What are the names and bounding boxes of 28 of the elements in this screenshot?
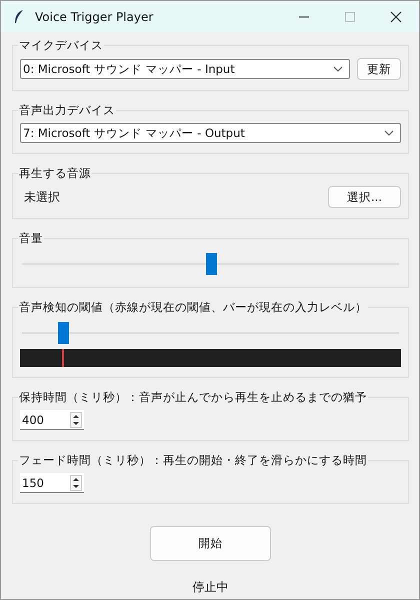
group-label: 音量 (18, 231, 44, 246)
feather-icon (13, 8, 25, 24)
mic-dropdown[interactable]: 0: Microsoft サウンド マッパー - Input (20, 59, 350, 79)
spin-box[interactable]: 400 (20, 410, 84, 430)
refresh-button[interactable]: 更新 (357, 58, 401, 80)
close-icon[interactable] (390, 10, 402, 22)
threshold-slider[interactable] (22, 320, 399, 346)
slider-thumb[interactable] (206, 253, 216, 275)
spin-arrows-icon[interactable] (70, 412, 82, 428)
start-button[interactable]: 開始 (150, 526, 271, 561)
spin-arrows-icon[interactable] (70, 474, 82, 490)
select-button[interactable]: 選択... (328, 186, 401, 208)
group-label: 音声出力デバイス (18, 103, 116, 118)
slider-thumb[interactable] (58, 322, 70, 344)
window-title: Voice Trigger Player (35, 10, 154, 24)
status-text: 停止中 (192, 579, 228, 596)
chevron-icon (333, 66, 343, 72)
group-label: 保持時間（ミリ秒）：音声が止んでから再生を止めるまでの猶予 (18, 390, 368, 405)
volume-slider[interactable] (22, 251, 399, 277)
group-label: マイクデバイス (18, 38, 104, 53)
group-label: フェード時間（ミリ秒）：再生の開始・終了を滑らかにする時間 (18, 453, 368, 468)
group-label: 再生する音源 (18, 166, 92, 181)
source-status: 未選択 (24, 188, 60, 206)
spin-box[interactable]: 150 (20, 473, 84, 493)
maximize-icon (344, 10, 356, 22)
group-label: 音声検知の閾値（赤線が現在の閾値、バーが現在の入力レベル） (18, 300, 368, 315)
chevron-icon (384, 130, 394, 136)
output-dropdown[interactable]: 7: Microsoft サウンド マッパー - Output (20, 123, 401, 143)
